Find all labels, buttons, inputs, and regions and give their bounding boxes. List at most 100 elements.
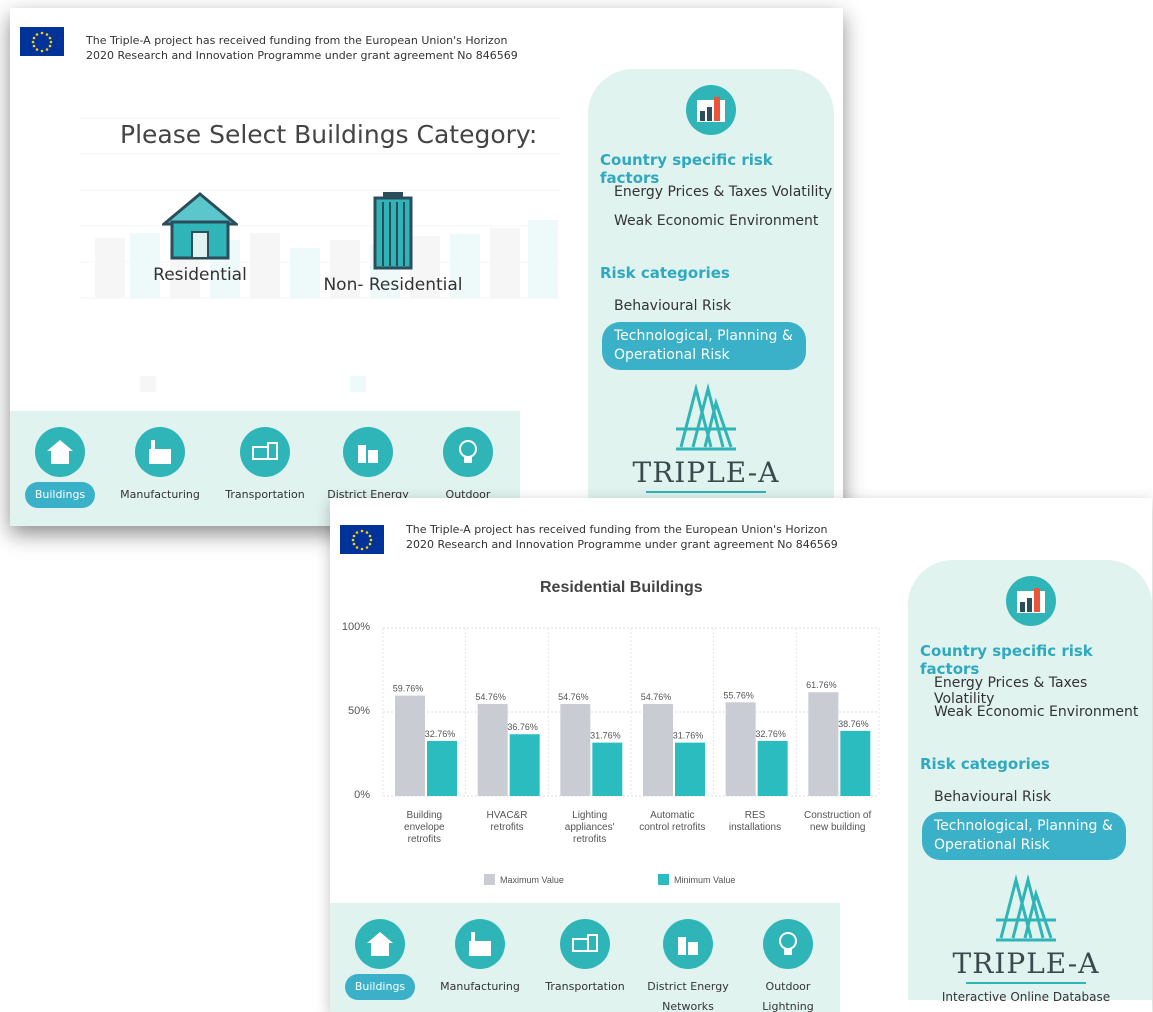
nav-buildings[interactable]: Buildings [330,919,430,1000]
bar-max-value[interactable] [643,704,673,796]
nav-outdoor-lightning[interactable]: Outdoor Lightning [738,919,838,1012]
risk-category-item[interactable]: Behavioural Risk [934,789,1051,805]
risk-category-selected[interactable]: Technological, Planning & Operational Ri… [922,812,1126,860]
nav-label: District Energy [647,980,729,993]
risk-chart-icon [686,85,736,135]
y-tick-label: 0% [354,789,370,801]
chart-title: Residential Buildings [540,579,703,596]
risk-category-line: Technological, Planning & [614,328,793,344]
nav-district-energy[interactable]: District Energy Networks [638,919,738,1012]
funding-line-1: The Triple-A project has received fundin… [406,523,828,536]
risk-category-selected[interactable]: Technological, Planning & Operational Ri… [602,322,806,370]
non-residential-label: Non- Residential [323,275,463,295]
house-icon [159,192,241,260]
truck-icon [560,919,610,969]
eu-flag-icon [20,27,64,56]
bar-max-value[interactable] [560,704,591,796]
bar-min-value[interactable] [427,740,457,796]
district-network-icon [663,919,713,969]
bar-min-value[interactable] [675,742,705,796]
funding-notice: The Triple-A project has received fundin… [406,522,838,552]
risk-factor-item[interactable]: Energy Prices & Taxes Volatility [934,675,1152,707]
nav-transportation[interactable]: Transportation [215,427,315,505]
factory-icon [135,427,185,477]
funding-line-1: The Triple-A project has received fundin… [86,34,508,47]
triple-a-logo-icon [676,383,736,451]
bar-max-value[interactable] [725,702,756,796]
triple-a-logo-icon [996,874,1056,942]
funding-notice: The Triple-A project has received fundin… [86,33,518,63]
bar-min-value[interactable] [840,730,871,796]
risk-factor-item[interactable]: Energy Prices & Taxes Volatility [614,184,832,200]
risk-category-line: Operational Risk [934,837,1050,853]
sector-nav: Buildings Manufacturing Transportation D… [330,903,840,1012]
bar-max-value[interactable] [395,695,425,796]
logo-name: TRIPLE-A [952,947,1100,980]
x-category-label: Building envelope retrofits [404,810,445,845]
buildings-icon [355,919,405,969]
bar-data-label: 31.76% [590,731,621,741]
factory-icon [455,919,505,969]
nav-label: Outdoor [765,980,811,993]
bar-min-value[interactable] [592,742,623,796]
residential-label: Residential [153,265,247,285]
bar-data-label: 31.76% [673,731,704,741]
nav-manufacturing[interactable]: Manufacturing [110,427,210,505]
buildings-icon [35,427,85,477]
district-network-icon [343,427,393,477]
lightbulb-icon [443,427,493,477]
legend-min-label: Minimum Value [674,874,736,885]
residential-option[interactable]: Residential [140,192,260,285]
legend-max-label: Maximum Value [500,874,564,885]
buildings-category-panel: The Triple-A project has received fundin… [10,8,843,526]
bar-data-label: 61.76% [806,680,837,690]
bar-data-label: 36.76% [507,722,538,732]
logo-name: TRIPLE-A [632,456,780,489]
faded-background-chart [50,108,570,408]
nav-manufacturing[interactable]: Manufacturing [430,919,530,997]
bar-min-value[interactable] [757,740,788,796]
bar-data-label: 32.76% [425,729,456,739]
x-category-label: HVAC&R retrofits [486,810,528,833]
risk-factor-item[interactable]: Weak Economic Environment [614,213,818,229]
bar-min-value[interactable] [509,734,540,796]
nav-transportation[interactable]: Transportation [535,919,635,997]
risk-sidebar: Country specific risk factors Energy Pri… [588,69,834,513]
nav-label: Lightning [762,1000,814,1012]
x-category-label: Construction of new building [804,810,872,833]
nav-buildings[interactable]: Buildings [10,427,110,508]
lightbulb-icon [763,919,813,969]
bar-data-label: 54.76% [641,692,672,702]
bar-max-value[interactable] [808,692,839,796]
residential-chart-panel: The Triple-A project has received fundin… [330,498,1152,1012]
nav-label: Buildings [344,974,416,1000]
x-category-label: RES installations [728,810,782,833]
nav-label: Networks [662,1000,714,1012]
eu-flag-icon [340,525,384,554]
risk-factors-heading: Country specific risk factors [600,151,773,187]
legend-max-swatch [484,874,495,885]
nav-label: Transportation [225,488,305,501]
category-prompt: Please Select Buildings Category: [120,120,538,149]
office-building-icon [373,192,413,270]
risk-categories-heading: Risk categories [600,264,730,282]
bar-data-label: 32.76% [755,729,786,739]
nav-label: Manufacturing [440,980,520,993]
legend-min: Minimum Value [658,874,735,885]
truck-icon [240,427,290,477]
triple-a-logo: TRIPLE-A Interactive Online Database [926,872,1126,1004]
risk-factor-item[interactable]: Weak Economic Environment [934,704,1138,720]
bar-data-label: 38.76% [838,719,869,729]
bar-max-value[interactable] [477,704,508,796]
nav-label: Manufacturing [120,488,200,501]
funding-line-2: 2020 Research and Innovation Programme u… [86,49,518,62]
risk-factors-heading: Country specific risk factors [920,642,1093,678]
funding-line-2: 2020 Research and Innovation Programme u… [406,538,838,551]
triple-a-logo: TRIPLE-A Interactive Online Database [606,381,806,513]
nav-label: Buildings [24,482,96,508]
non-residential-option[interactable]: Non- Residential [318,190,468,295]
nav-label: Transportation [545,980,625,993]
bar-data-label: 54.76% [558,692,589,702]
legend-min-swatch [658,874,669,885]
risk-category-item[interactable]: Behavioural Risk [614,298,731,314]
